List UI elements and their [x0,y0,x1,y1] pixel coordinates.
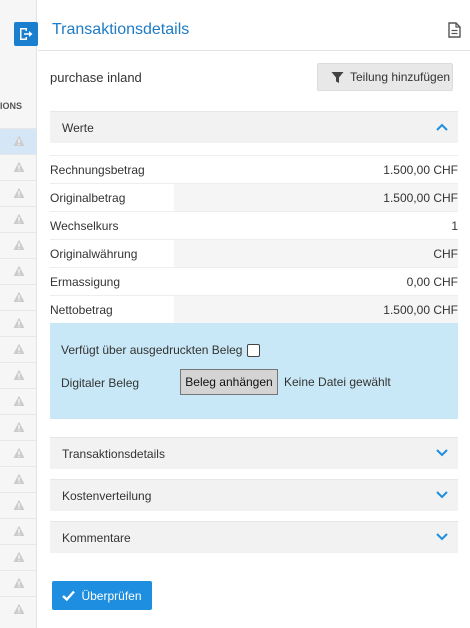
werte-row-value: 1.500,00 CHF [383,303,458,317]
werte-row: Nettobetrag 1.500,00 CHF [50,295,458,323]
werte-section-header[interactable]: Werte [50,111,458,143]
werte-row: Rechnungsbetrag 1.500,00 CHF [50,155,458,183]
chevron-down-icon [436,449,448,457]
section-label: Transaktionsdetails [62,447,165,461]
background-table-row[interactable] [0,206,36,232]
background-table-row[interactable] [0,128,36,154]
background-table-row[interactable] [0,388,36,414]
document-icon[interactable] [448,22,461,38]
background-table-row[interactable] [0,518,36,544]
warning-icon [13,135,25,146]
werte-row-label: Wechselkurs [50,219,119,233]
background-table-row[interactable] [0,414,36,440]
review-button[interactable]: Überprüfen [52,581,152,610]
werte-row-label: Rechnungsbetrag [50,163,145,177]
background-table-row[interactable] [0,232,36,258]
werte-row-label: Originalbetrag [50,191,126,205]
checkmark-icon [62,590,76,601]
warning-icon [13,603,25,614]
werte-row-value: CHF [433,247,458,261]
werte-row-value: 0,00 CHF [406,275,458,289]
warning-icon [13,395,25,406]
chevron-down-icon [436,491,448,499]
printed-receipt-label: Verfügt über ausgedruckten Beleg [61,343,243,357]
warning-icon [13,317,25,328]
section-label: Kostenverteilung [62,489,152,503]
printed-receipt-checkbox[interactable] [247,343,261,357]
exit-panel-icon[interactable] [14,22,38,46]
warning-icon [13,473,25,484]
add-split-label: Teilung hinzufügen [350,70,451,84]
werte-row: Originalwährung CHF [50,239,458,267]
warning-icon [13,161,25,172]
werte-row: Originalbetrag 1.500,00 CHF [50,183,458,211]
werte-row-label: Ermassigung [50,275,121,289]
background-table-row[interactable] [0,466,36,492]
background-table-row[interactable] [0,570,36,596]
warning-icon [13,187,25,198]
section-transaction-details[interactable]: Transaktionsdetails [50,437,458,469]
no-file-selected-text: Keine Datei gewählt [284,375,391,389]
background-table-row[interactable] [0,258,36,284]
section-comments[interactable]: Kommentare [50,521,458,553]
warning-icon [13,551,25,562]
background-table-row[interactable] [0,336,36,362]
background-table-row[interactable] [0,362,36,388]
background-table-row[interactable] [0,440,36,466]
werte-row-value: 1 [451,219,458,233]
background-table-row[interactable] [0,310,36,336]
background-table-row[interactable] [0,180,36,206]
background-table-row[interactable] [0,492,36,518]
chevron-down-icon [436,533,448,541]
panel-title: Transaktionsdetails [52,21,190,38]
filter-icon [331,71,344,83]
warning-icon [13,499,25,510]
printed-receipt-row: Verfügt über ausgedruckten Beleg [61,343,261,357]
background-table-row[interactable] [0,596,36,622]
werte-section-label: Werte [62,121,94,135]
warning-icon [13,369,25,380]
warning-icon [13,577,25,588]
background-table-row[interactable] [0,544,36,570]
warning-icon [13,265,25,276]
warning-icon [13,525,25,536]
warning-icon [13,343,25,354]
attach-receipt-button[interactable]: Beleg anhängen [180,369,278,395]
title-divider [38,50,470,51]
werte-row-label: Originalwährung [50,247,138,261]
section-cost-distribution[interactable]: Kostenverteilung [50,479,458,511]
warning-icon [13,213,25,224]
background-table-header: IONS [0,101,23,111]
werte-row-value: 1.500,00 CHF [383,191,458,205]
chevron-up-icon [436,123,448,131]
warning-icon [13,421,25,432]
werte-row-value: 1.500,00 CHF [383,163,458,177]
review-button-label: Überprüfen [81,588,142,603]
warning-icon [13,291,25,302]
section-label: Kommentare [62,531,131,545]
add-split-button[interactable]: Teilung hinzufügen [317,63,453,91]
werte-row-label: Nettobetrag [50,303,113,317]
warning-icon [13,447,25,458]
werte-row: Wechselkurs 1 [50,211,458,239]
transaction-name: purchase inland [50,70,142,85]
background-table-row[interactable] [0,154,36,180]
digital-receipt-label: Digitaler Beleg [61,376,140,390]
background-table-row[interactable] [0,284,36,310]
receipt-section: Verfügt über ausgedruckten Beleg Digital… [50,323,458,419]
warning-icon [13,239,25,250]
werte-row: Ermassigung 0,00 CHF [50,267,458,295]
